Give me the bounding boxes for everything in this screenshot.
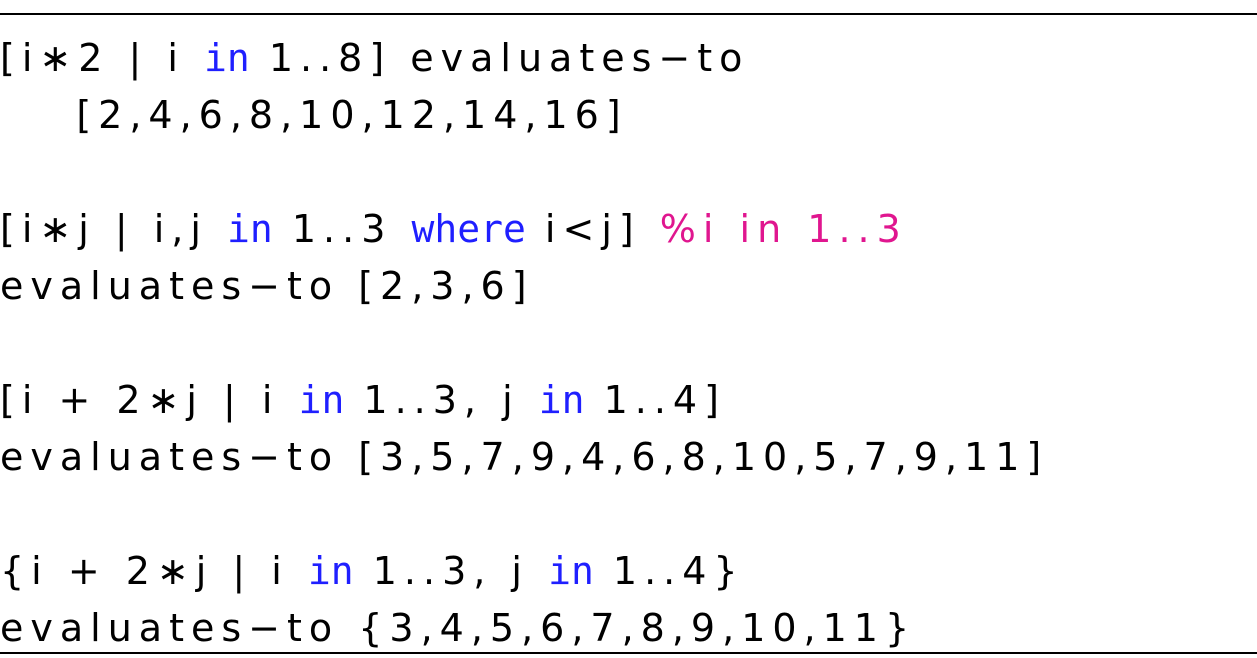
code-line-8: evaluates−to {3,4,5,6,7,8,9,10,11}: [0, 604, 916, 652]
code-token: [2,4,6,8,10,12,14,16]: [0, 93, 628, 137]
code-line-7: {i + 2∗j | i in 1..3, j in 1..4}: [0, 547, 745, 595]
code-line-4: evaluates−to [2,3,6]: [0, 262, 534, 310]
code-token: evaluates−to {3,4,5,6,7,8,9,10,11}: [0, 606, 917, 650]
code-line-2: [2,4,6,8,10,12,14,16]: [0, 91, 628, 139]
code-line-6: evaluates−to [3,5,7,9,4,6,8,10,5,7,9,11]: [0, 433, 1048, 481]
code-token: {i + 2∗j | i: [0, 549, 308, 593]
keyword-token: in: [298, 378, 345, 422]
code-token: evaluates−to [2,3,6]: [0, 264, 534, 308]
code-token: [i + 2∗j | i: [0, 378, 299, 422]
code-token: 1..4}: [593, 549, 745, 593]
keyword-token: in: [227, 207, 273, 251]
code-token: 1..3: [272, 207, 412, 251]
code-line-3: [i∗j | i,j in 1..3 where i<j] %i in 1..3: [0, 205, 908, 253]
keyword-token: where: [411, 207, 526, 251]
keyword-token: in: [538, 378, 585, 422]
code-line-1: [i∗2 | i in 1..8] evaluates−to: [0, 34, 749, 82]
comment-token: %i in 1..3: [659, 207, 908, 251]
code-listing: [i∗2 | i in 1..8] evaluates−to [2,4,6,8,…: [0, 0, 1257, 658]
code-token: i<j]: [525, 207, 660, 251]
code-token: 1..4]: [584, 378, 726, 422]
code-token: 1..3, j: [344, 378, 539, 422]
keyword-token: in: [548, 549, 594, 593]
bottom-rule: [0, 652, 1257, 654]
code-token: 1..3, j: [353, 549, 549, 593]
keyword-token: in: [307, 549, 354, 593]
code-token: 1..8] evaluates−to: [249, 36, 750, 80]
code-token: [i∗j | i,j: [0, 207, 228, 251]
keyword-token: in: [204, 36, 250, 80]
code-line-5: [i + 2∗j | i in 1..3, j in 1..4]: [0, 376, 726, 424]
code-token: [i∗2 | i: [0, 36, 204, 80]
code-token: evaluates−to [3,5,7,9,4,6,8,10,5,7,9,11]: [0, 435, 1049, 479]
